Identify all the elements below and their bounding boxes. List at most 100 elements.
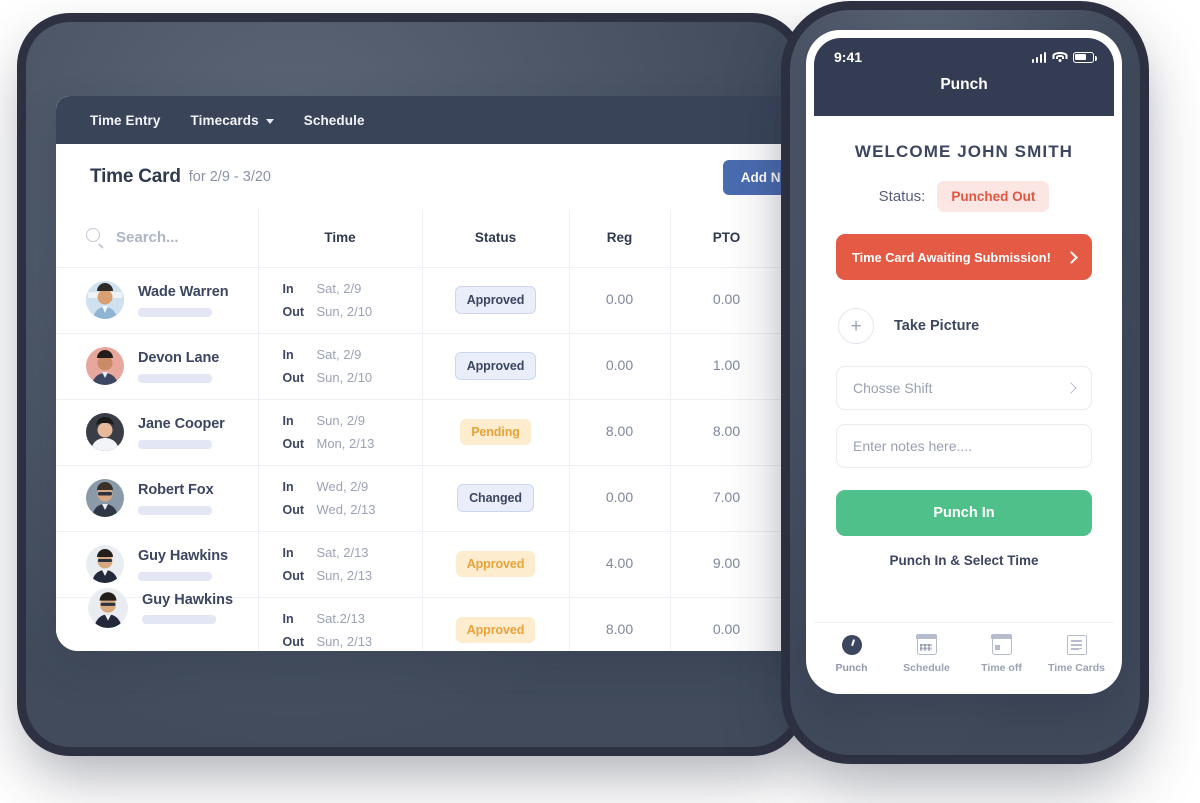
status-badge[interactable]: Approved (454, 286, 537, 314)
page-title: Time Card (90, 165, 181, 187)
phone-screen: 9:41 Punch WELCOME JOHN SMITH Status: Pu… (814, 38, 1114, 686)
employee-cell[interactable]: Jane Cooper (56, 399, 259, 466)
welcome-message: WELCOME JOHN SMITH (854, 142, 1074, 161)
pto-value: 8.00 (712, 423, 741, 439)
status-badge[interactable]: Changed (457, 484, 534, 512)
punch-status-row: Status: Punched Out (836, 181, 1092, 212)
table-header-row: Search... Time Status Reg PTO (56, 209, 818, 268)
reg-value: 8.00 (605, 423, 634, 439)
choose-shift-select[interactable]: Chosse Shift (836, 366, 1092, 410)
punch-in-label: In (282, 348, 294, 362)
pto-value: 9.00 (712, 555, 741, 571)
punch-in-label: In (282, 282, 294, 296)
status-label: Status: (878, 188, 926, 205)
punch-in-button[interactable]: Punch In (836, 490, 1092, 536)
calendar-day-icon (990, 634, 1013, 655)
employee-cell[interactable]: Guy Hawkins (56, 531, 259, 598)
tab-punch[interactable]: Punch (814, 635, 889, 674)
status-badge: Punched Out (937, 181, 1050, 212)
reg-cell: 8.00 (569, 399, 671, 466)
status-badge[interactable]: Approved (455, 617, 536, 643)
punch-out-date: Sun, 2/10 (316, 370, 373, 385)
employee-name: Guy Hawkins (142, 592, 234, 608)
table-row[interactable]: Robert Fox In Wed, 2/9 Out Wed, 2/13 Chang… (56, 465, 818, 532)
column-header-time[interactable]: Time (258, 209, 423, 268)
status-cell: Approved (422, 531, 570, 598)
table-row[interactable]: Devon Lane In Sat, 2/9 Out Sun, 2/10 Appro… (56, 333, 818, 400)
status-badge[interactable]: Approved (455, 551, 536, 577)
choose-shift-label: Chosse Shift (853, 380, 933, 396)
punch-in-date: Sun, 2/9 (316, 413, 365, 428)
tab-schedule[interactable]: Schedule (889, 634, 964, 674)
punch-out-label: Out (282, 635, 305, 649)
reg-cell: 0.00 (569, 333, 671, 400)
nav-item-time-entry[interactable]: Time Entry (90, 113, 161, 128)
table-row[interactable]: Guy Hawkins In Sat, 2/13 Out Sun, 2/13 App… (56, 531, 818, 598)
table-row[interactable]: Wade Warren In Sat, 2/9 Out Sun, 2/10 Appr… (56, 267, 818, 334)
punch-in-select-time-link[interactable]: Punch In & Select Time (836, 553, 1092, 568)
employee-meta-placeholder (138, 307, 212, 317)
punch-out-date: Sun, 2/10 (316, 304, 373, 319)
battery-icon (1073, 51, 1097, 63)
chevron-right-icon (1065, 382, 1077, 394)
tab-label: Schedule (903, 662, 950, 674)
avatar (88, 588, 128, 628)
alert-text: Time Card Awaiting Submission! (852, 249, 1051, 265)
column-header-pto[interactable]: PTO (670, 209, 784, 268)
employee-name: Jane Cooper (138, 415, 225, 432)
column-label: PTO (712, 230, 741, 246)
employee-meta-placeholder (138, 373, 212, 383)
timecard-table: Search... Time Status Reg PTO Wade Warre… (56, 209, 818, 651)
employee-cell[interactable]: Devon Lane (56, 333, 259, 400)
avatar (86, 413, 124, 451)
table-row[interactable]: Jane Cooper In Sun, 2/9 Out Mon, 2/13 Pend… (56, 399, 818, 466)
screenshot-root: Time Entry Timecards Schedule Time Card … (0, 0, 1200, 803)
avatar (86, 545, 124, 583)
take-picture-row[interactable]: + Take Picture (836, 308, 1092, 344)
plus-icon[interactable]: + (838, 308, 874, 344)
reg-cell: 4.00 (569, 531, 671, 598)
reg-value: 8.00 (605, 621, 634, 637)
employee-name: Wade Warren (138, 283, 229, 300)
column-label: Status (474, 230, 517, 246)
employee-name: Devon Lane (138, 349, 220, 366)
nav-item-schedule[interactable]: Schedule (304, 113, 365, 128)
status-cell: Approved (422, 597, 570, 651)
avatar (86, 281, 124, 319)
column-header-status[interactable]: Status (422, 209, 570, 268)
pto-cell: 7.00 (670, 465, 784, 532)
employee-cell[interactable]: Wade Warren (56, 267, 259, 334)
nav-label: Timecards (190, 112, 259, 128)
column-label: Reg (606, 230, 633, 246)
pto-value: 1.00 (712, 357, 741, 373)
chevron-down-icon (265, 118, 274, 124)
search-icon (86, 228, 105, 249)
column-header-reg[interactable]: Reg (569, 209, 671, 268)
tab-label: Punch (835, 662, 868, 674)
tab-time-off[interactable]: Time off (964, 634, 1039, 674)
status-bar-time: 9:41 (834, 49, 863, 65)
punch-out-label: Out (282, 437, 305, 451)
timecard-alert-banner[interactable]: Time Card Awaiting Submission! (836, 234, 1092, 280)
punch-out-label: Out (282, 305, 305, 319)
notes-input[interactable]: Enter notes here.... (836, 424, 1092, 468)
employee-cell[interactable]: Robert Fox (56, 465, 259, 532)
search-header-cell[interactable]: Search... (56, 209, 259, 268)
avatar (86, 347, 124, 385)
status-badge[interactable]: Pending (460, 419, 531, 445)
avatar (86, 479, 124, 517)
punch-in-label: In (282, 546, 294, 560)
status-badge[interactable]: Approved (454, 352, 537, 380)
punch-out-date: Sun, 2/13 (316, 634, 373, 649)
punch-in-label: In (282, 612, 294, 626)
reg-value: 4.00 (605, 555, 634, 571)
pto-value: 0.00 (712, 291, 741, 307)
tab-time-cards[interactable]: Time Cards (1039, 635, 1114, 674)
phone-header-title: Punch (940, 76, 988, 93)
punch-in-label: In (282, 480, 294, 494)
wifi-icon (1052, 51, 1067, 63)
nav-item-timecards[interactable]: Timecards (191, 113, 274, 128)
app-navbar: Time Entry Timecards Schedule (56, 96, 818, 144)
status-cell: Pending (422, 399, 570, 466)
search-input[interactable]: Search... (116, 229, 179, 246)
